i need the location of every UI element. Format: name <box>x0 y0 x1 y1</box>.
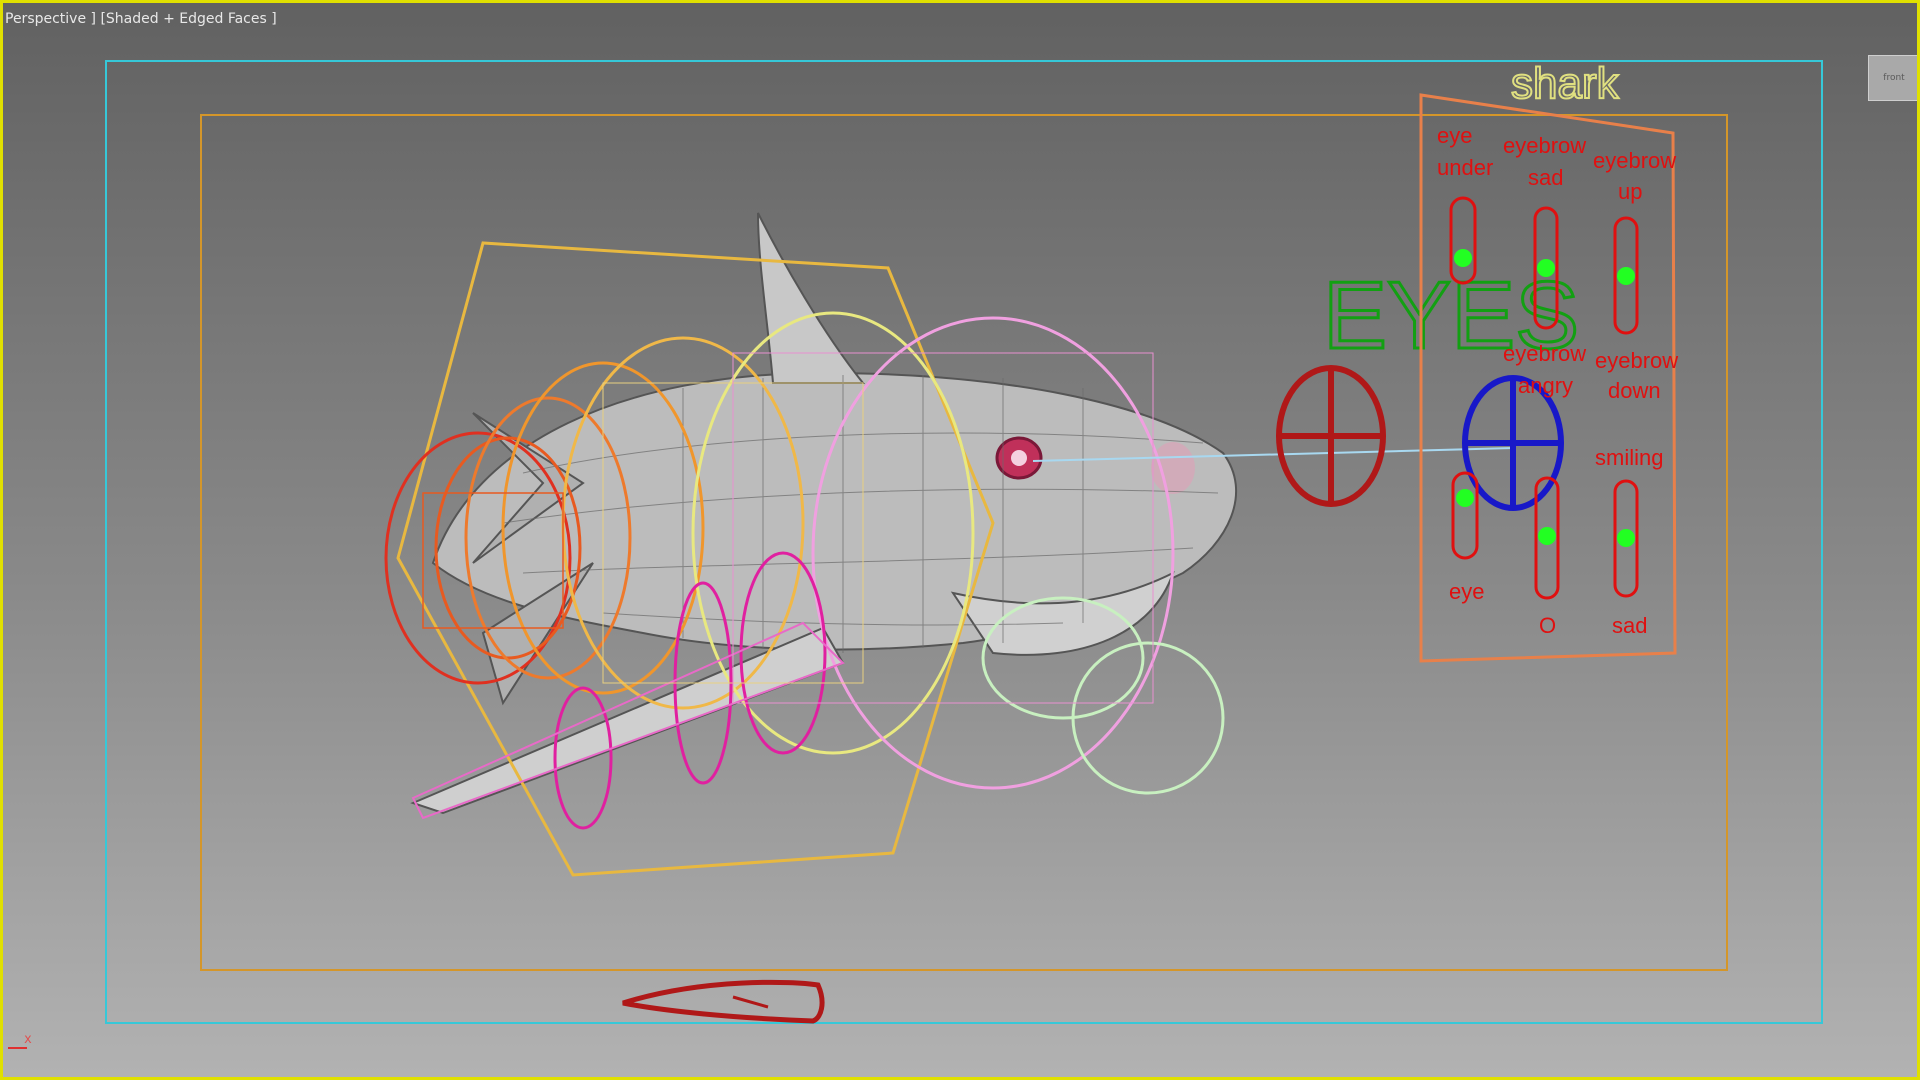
perspective-viewport[interactable]: Perspective ] [Shaded + Edged Faces ] EY… <box>0 0 1920 1080</box>
slider-sad[interactable] <box>1613 479 1639 598</box>
slider-knob <box>1617 529 1635 547</box>
slider-knob <box>1456 489 1474 507</box>
label-eyebrow-down-1: eyebrow <box>1595 348 1678 373</box>
slider-label-eye-under-1: eye <box>1437 123 1472 148</box>
slider-eyebrow-up[interactable] <box>1613 216 1639 335</box>
slider-knob <box>1454 249 1472 267</box>
axis-x-label: x <box>24 1032 32 1047</box>
slider-knob <box>1617 267 1635 285</box>
root-control[interactable] <box>622 979 825 1024</box>
label-eyebrow-angry-2: angry <box>1518 373 1573 398</box>
scene-canvas[interactable]: EYES shark eye under eyebrow sad eyebrow… <box>3 3 1920 1080</box>
jaw-control-2 <box>1071 641 1225 795</box>
slider-label-eye-under-2: under <box>1437 155 1493 180</box>
viewcube[interactable]: front <box>1868 55 1917 101</box>
slider-label-sad: sad <box>1612 613 1647 638</box>
slider-label-eyebrow-sad-1: eyebrow <box>1503 133 1586 158</box>
slider-label-o: O <box>1539 613 1556 638</box>
slider-knob <box>1538 527 1556 545</box>
slider-label-eyebrow-up-2: up <box>1618 179 1642 204</box>
shark-mesh[interactable] <box>410 212 1238 815</box>
eye-control-red[interactable] <box>1276 365 1386 507</box>
label-smiling: smiling <box>1595 445 1663 470</box>
panel-title: shark <box>1511 59 1620 108</box>
slider-label-eye: eye <box>1449 579 1484 604</box>
label-eyebrow-angry-1: eyebrow <box>1503 341 1586 366</box>
slider-label-eyebrow-up-1: eyebrow <box>1593 148 1676 173</box>
slider-label-eyebrow-sad-2: sad <box>1528 165 1563 190</box>
label-eyebrow-down-2: down <box>1608 378 1661 403</box>
slider-knob <box>1537 259 1555 277</box>
